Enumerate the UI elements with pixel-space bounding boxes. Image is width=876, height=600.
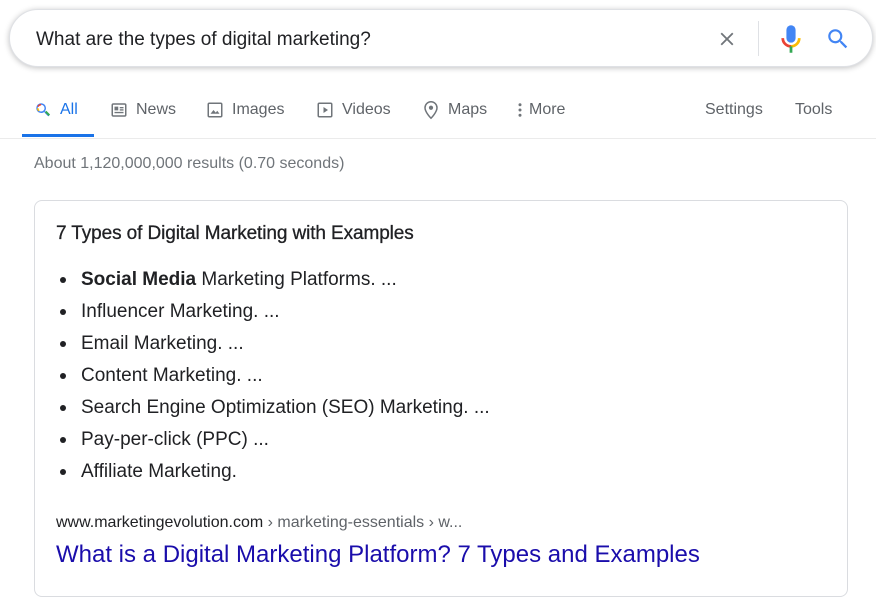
settings-label: Settings (705, 100, 763, 118)
list-item: Content Marketing. ... (56, 363, 490, 395)
cite-domain: www.marketingevolution.com (56, 514, 264, 531)
tab-label: News (136, 100, 177, 118)
more-vertical-icon (516, 101, 524, 119)
search-box-divider (758, 21, 759, 56)
voice-search-button[interactable] (776, 23, 806, 55)
list-item: Pay-per-click (PPC) ... (56, 427, 490, 459)
bullet (60, 341, 66, 347)
close-icon (720, 32, 734, 46)
microphone-icon (781, 25, 801, 53)
tools-label: Tools (795, 100, 833, 118)
bullet (60, 309, 66, 315)
tab-images[interactable]: Images (206, 84, 284, 135)
search-icon (828, 29, 848, 49)
list-item: Affiliate Marketing. (56, 459, 490, 491)
list-item: Email Marketing. ... (56, 331, 490, 363)
search-tabs: All News Images Videos Maps More Setting… (0, 84, 876, 139)
tab-label: More (529, 100, 566, 118)
tools-link[interactable]: Tools (795, 84, 832, 135)
list-item-text: Search Engine Optimization (SEO) Marketi… (81, 397, 490, 418)
tab-maps[interactable]: Maps (422, 84, 487, 135)
map-pin-icon (422, 100, 440, 120)
search-box (9, 9, 873, 67)
bullet (60, 437, 66, 443)
list-item-text: Affiliate Marketing. (81, 461, 237, 482)
image-icon (206, 101, 224, 119)
tab-label: All (60, 100, 78, 118)
settings-link[interactable]: Settings (705, 84, 763, 135)
tab-news[interactable]: News (110, 84, 176, 135)
newspaper-icon (110, 101, 128, 119)
featured-snippet-card: 7 Types of Digital Marketing with Exampl… (34, 200, 848, 597)
search-input[interactable] (36, 27, 696, 53)
search-icon (34, 101, 52, 119)
active-tab-indicator (22, 134, 94, 137)
featured-snippet-heading: 7 Types of Digital Marketing with Exampl… (56, 223, 414, 244)
bullet (60, 469, 66, 475)
tab-label: Images (232, 100, 285, 118)
clear-search-button[interactable] (712, 24, 742, 54)
tab-label: Videos (342, 100, 391, 118)
search-results-page: All News Images (0, 0, 876, 600)
list-item-text: Content Marketing. ... (81, 365, 263, 386)
tab-label: Maps (448, 100, 488, 118)
video-play-icon (316, 101, 334, 119)
tab-videos[interactable]: Videos (316, 84, 391, 135)
bullet (60, 373, 66, 379)
list-item: Influencer Marketing. ... (56, 299, 490, 331)
list-item: Search Engine Optimization (SEO) Marketi… (56, 395, 490, 427)
result-stats: About 1,120,000,000 results (0.70 second… (34, 155, 345, 172)
bullet (60, 405, 66, 411)
list-item: Social Media Marketing Platforms. ... (56, 267, 490, 299)
list-item-text: Pay-per-click (PPC) ... (81, 429, 269, 450)
tab-more[interactable]: More (516, 84, 565, 135)
list-item-text: Marketing Platforms. ... (196, 269, 397, 290)
cite-path: › marketing-essentials › w... (263, 514, 463, 531)
result-title-link[interactable]: What is a Digital Marketing Platform? 7 … (56, 541, 700, 569)
featured-snippet-list: Social Media Marketing Platforms. ... In… (56, 267, 490, 491)
list-item-text: Email Marketing. ... (81, 333, 244, 354)
tab-all[interactable]: All (34, 84, 78, 135)
search-submit-button[interactable] (822, 23, 854, 55)
list-item-text: Influencer Marketing. ... (81, 301, 280, 322)
list-item-bold: Social Media (81, 269, 197, 290)
bullet (60, 277, 66, 283)
result-cite: www.marketingevolution.com › marketing-e… (56, 514, 462, 532)
